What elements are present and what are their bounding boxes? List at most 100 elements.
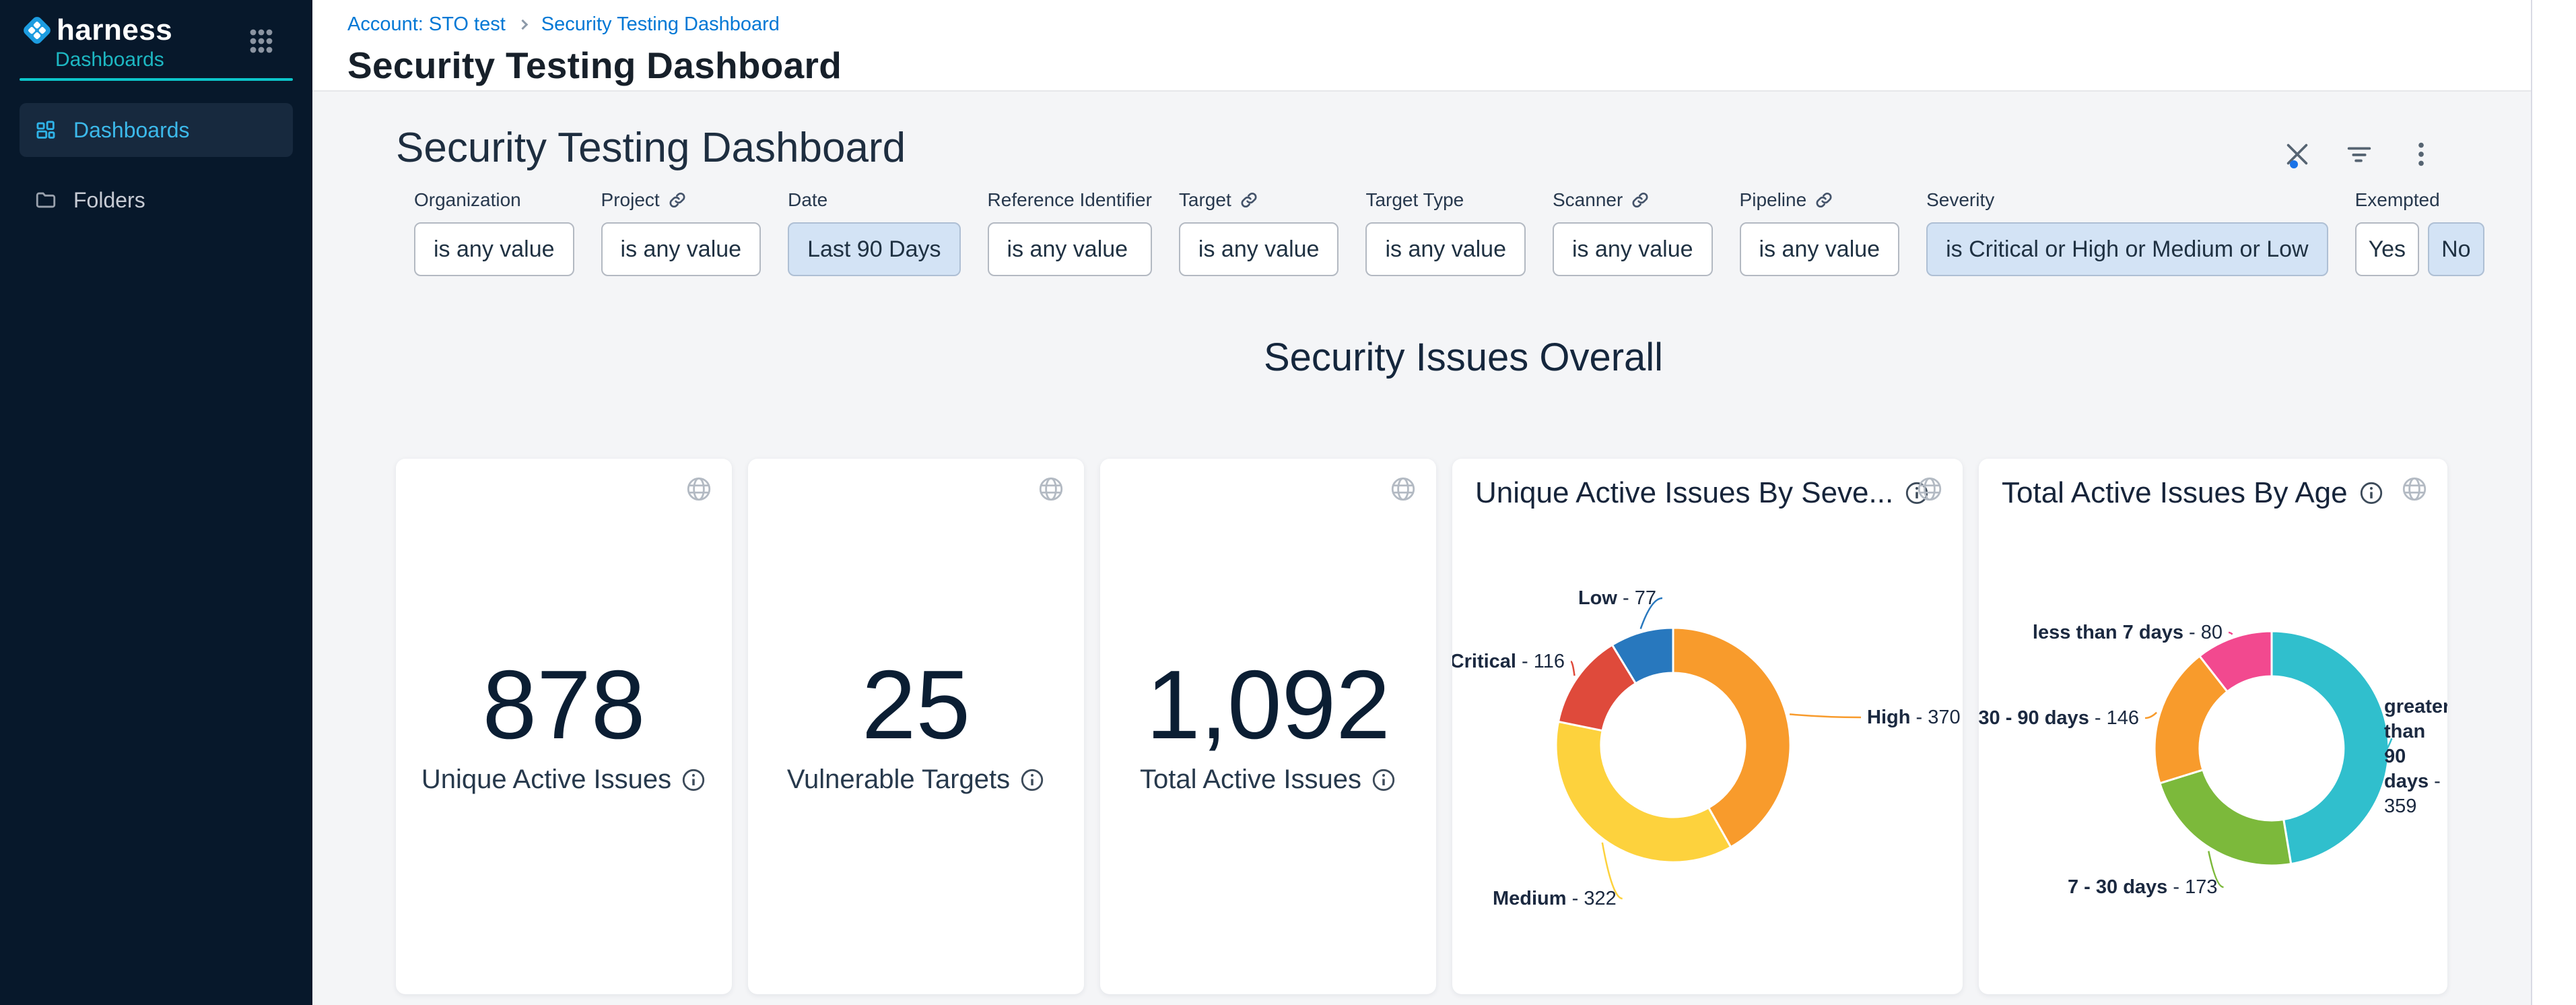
filter-value-button[interactable]: is Critical or High or Medium or Low [1926,222,2328,276]
exempted-toggle: Yes No [2355,222,2484,276]
filter-value-button[interactable]: is any value [414,222,574,276]
topbar: Account: STO test Security Testing Dashb… [312,0,2576,92]
filter-target-type: Target Type is any value [1365,189,1526,276]
leader-line [2229,633,2233,635]
filter-value-button[interactable]: is any value [1553,222,1713,276]
donut-slice-7---30-days[interactable] [2160,770,2291,866]
dashboard-title: Security Testing Dashboard [396,124,906,172]
main-area: Account: STO test Security Testing Dashb… [312,0,2576,1005]
dashboards-icon [34,119,57,141]
cursor-dot [2290,160,2298,168]
filter-label: Organization [414,189,574,212]
globe-icon[interactable] [1389,475,1417,503]
chart-card-issues-by-severity: High - 370 Medium - 322 Critical - 116 Low … [1452,459,1963,994]
filter-label: Project [601,189,660,211]
globe-icon[interactable] [685,475,713,503]
brand-row[interactable]: harness [22,13,172,47]
donut-chart-age[interactable]: greaterthan90days -359 7 - 30 days - 173 3… [1979,459,2447,994]
filter-project: Project is any value [601,189,761,276]
filter-date: Date Last 90 Days [788,189,960,276]
donut-chart-severity[interactable]: High - 370 Medium - 322 Critical - 116 Low … [1452,459,1963,994]
sidebar-item-folders[interactable]: Folders [20,173,293,227]
info-icon[interactable] [1371,767,1396,793]
breadcrumb-account-link[interactable]: Account: STO test [347,13,506,36]
page-title: Security Testing Dashboard [347,44,2576,87]
slice-label-High: High - 370 [1867,707,1961,728]
filter-value-button[interactable]: is any value [601,222,761,276]
slice-label-Critical: Critical - 116 [1452,651,1565,672]
info-icon[interactable] [681,767,706,793]
filter-value-button[interactable]: is any value [988,222,1152,276]
more-options-icon[interactable] [2406,139,2437,170]
metric-card-unique-active-issues: 878 Unique Active Issues [396,459,732,994]
panel-actions [2282,139,2437,170]
filter-label: Date [788,189,960,212]
filter-value-button[interactable]: is any value [1740,222,1900,276]
filter-scanner: Scanner is any value [1553,189,1713,276]
nav-label: Folders [73,188,145,213]
leader-line [1571,661,1575,676]
leader-line [2145,713,2157,718]
filter-value-button[interactable]: Last 90 Days [788,222,960,276]
slice-label-greater-than-90-days: greaterthan90days -359 [2384,696,2447,817]
breadcrumb-separator-icon [518,20,529,30]
filter-label: Exempted [2355,189,2484,212]
donut-slice-greater-than-90-days[interactable] [2272,631,2389,864]
cards-row: 878 Unique Active Issues 25 Vulnerable T… [396,459,2531,994]
sidebar-divider [20,78,293,81]
filter-label: Severity [1926,189,2328,212]
breadcrumb: Account: STO test Security Testing Dashb… [347,13,2576,36]
filter-icon[interactable] [2344,139,2375,170]
link-icon [1631,191,1650,209]
filter-label: Target Type [1365,189,1526,212]
metric-value: 25 [748,654,1084,755]
section-title: Security Issues Overall [396,334,2531,381]
donut-slice-Medium[interactable] [1556,721,1731,862]
filter-severity: Severity is Critical or High or Medium o… [1926,189,2328,276]
leader-line [1790,714,1861,717]
slice-label-Medium: Medium - 322 [1493,888,1617,909]
dashboard-panel: Security Testing Dashboard [312,93,2531,1005]
sidebar-nav: Dashboards Folders [0,103,312,227]
filter-value-button[interactable]: is any value [1179,222,1339,276]
metric-value: 878 [396,654,732,755]
chart-card-issues-by-age: greaterthan90days -359 7 - 30 days - 173 3… [1979,459,2447,994]
app-grid-icon[interactable] [250,28,273,55]
filter-organization: Organization is any value [414,189,574,276]
link-icon [1240,191,1258,209]
slice-label-7---30-days: 7 - 30 days - 173 [2068,876,2218,898]
filter-target: Target is any value [1179,189,1339,276]
filter-value-button[interactable]: is any value [1365,222,1526,276]
panel-header: Security Testing Dashboard [396,93,2531,172]
metric-label: Total Active Issues [1140,765,1361,795]
filter-label: Scanner [1553,189,1623,211]
filter-label: Target [1179,189,1231,211]
metric-label: Vulnerable Targets [787,765,1010,795]
filter-label: Pipeline [1740,189,1807,211]
slice-label-less-than-7-days: less than 7 days - 80 [2033,622,2223,643]
link-icon [1815,191,1833,209]
slice-label-30---90-days: 30 - 90 days - 146 [1979,707,2139,729]
globe-icon[interactable] [1037,475,1065,503]
metric-card-total-active-issues: 1,092 Total Active Issues [1100,459,1436,994]
breadcrumb-page-link[interactable]: Security Testing Dashboard [541,13,780,36]
module-label: Dashboards [55,48,164,71]
slice-label-Low: Low - 77 [1578,587,1656,609]
info-icon[interactable] [1019,767,1045,793]
metric-card-vulnerable-targets: 25 Vulnerable Targets [748,459,1084,994]
folder-icon [34,189,57,212]
globe-icon[interactable] [1916,475,1944,503]
sidebar-item-dashboards[interactable]: Dashboards [20,103,293,157]
harness-logo-icon [22,15,53,46]
filter-pipeline: Pipeline is any value [1740,189,1900,276]
exempted-yes-button[interactable]: Yes [2355,222,2419,276]
brand-name: harness [57,13,172,47]
metric-label: Unique Active Issues [421,765,671,795]
app-root: harness Dashboards Dash [0,0,2576,1005]
filter-bar: Organization is any value Project is any… [414,189,2531,276]
scrollbar-gutter[interactable] [2531,0,2576,1005]
globe-icon[interactable] [2400,475,2429,503]
link-icon [668,191,687,209]
exempted-no-button[interactable]: No [2428,222,2484,276]
sidebar: harness Dashboards Dash [0,0,312,1005]
